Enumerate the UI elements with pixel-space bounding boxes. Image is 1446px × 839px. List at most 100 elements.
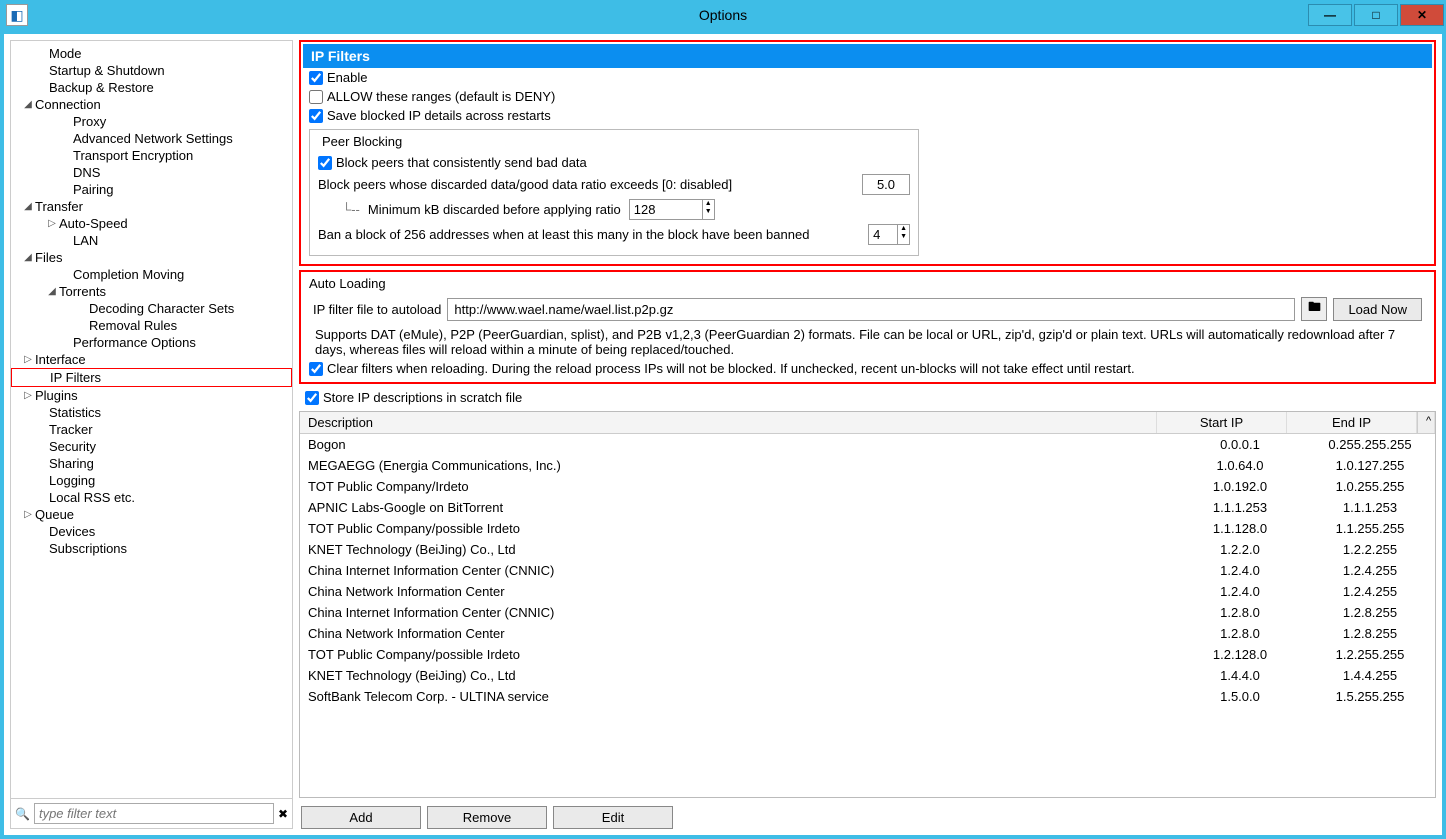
scroll-up-icon[interactable]: ^ [1417,412,1435,433]
sidebar-item-startup-shutdown[interactable]: Startup & Shutdown [11,62,292,79]
sidebar: ModeStartup & ShutdownBackup & Restore◢C… [10,40,293,829]
spin-up-icon[interactable]: ▲ [703,200,714,208]
table-row[interactable]: TOT Public Company/possible Irdeto1.2.12… [300,644,1435,665]
sidebar-item-subscriptions[interactable]: Subscriptions [11,540,292,557]
tree-arrow-icon: ▷ [21,354,35,365]
block-peers-checkbox[interactable] [318,156,332,170]
close-button[interactable]: ✕ [1400,4,1444,26]
sidebar-item-security[interactable]: Security [11,438,292,455]
cell-start-ip: 1.0.192.0 [1175,476,1305,497]
sidebar-item-lan[interactable]: LAN [11,232,292,249]
sidebar-item-files[interactable]: ◢Files [11,249,292,266]
col-description[interactable]: Description [300,412,1157,433]
table-row[interactable]: China Network Information Center1.2.8.01… [300,623,1435,644]
table-row[interactable]: MEGAEGG (Energia Communications, Inc.)1.… [300,455,1435,476]
table-row[interactable]: China Network Information Center1.2.4.01… [300,581,1435,602]
ban-block-spinner[interactable]: ▲▼ [868,224,910,245]
sidebar-item-queue[interactable]: ▷Queue [11,506,292,523]
min-kb-spinner[interactable]: ▲▼ [629,199,715,220]
table-row[interactable]: China Internet Information Center (CNNIC… [300,560,1435,581]
table-row[interactable]: TOT Public Company/Irdeto1.0.192.01.0.25… [300,476,1435,497]
sidebar-item-label: Proxy [73,114,106,129]
sidebar-item-backup-restore[interactable]: Backup & Restore [11,79,292,96]
sidebar-item-label: Connection [35,97,101,112]
sidebar-item-proxy[interactable]: Proxy [11,113,292,130]
edit-button[interactable]: Edit [553,806,673,829]
allow-ranges-label: ALLOW these ranges (default is DENY) [327,89,555,104]
col-end-ip[interactable]: End IP [1287,412,1417,433]
sidebar-item-removal-rules[interactable]: Removal Rules [11,317,292,334]
autoload-url-input[interactable] [447,298,1295,321]
sidebar-item-label: Local RSS etc. [49,490,135,505]
sidebar-item-label: Advanced Network Settings [73,131,233,146]
load-now-button[interactable]: Load Now [1333,298,1422,321]
enable-checkbox[interactable] [309,71,323,85]
cell-description: China Internet Information Center (CNNIC… [300,602,1175,623]
table-row[interactable]: Bogon0.0.0.10.255.255.255 [300,434,1435,455]
sidebar-item-interface[interactable]: ▷Interface [11,351,292,368]
sidebar-item-pairing[interactable]: Pairing [11,181,292,198]
sidebar-item-performance-options[interactable]: Performance Options [11,334,292,351]
cell-start-ip: 1.1.128.0 [1175,518,1305,539]
min-kb-input[interactable] [630,200,702,219]
browse-button[interactable]: 🖿 [1301,297,1327,321]
table-row[interactable]: APNIC Labs-Google on BitTorrent1.1.1.253… [300,497,1435,518]
cell-description: China Network Information Center [300,623,1175,644]
ratio-input[interactable] [862,174,910,195]
store-scratch-checkbox[interactable] [305,391,319,405]
sidebar-item-local-rss-etc-[interactable]: Local RSS etc. [11,489,292,506]
sidebar-item-transfer[interactable]: ◢Transfer [11,198,292,215]
sidebar-item-tracker[interactable]: Tracker [11,421,292,438]
spin-down-icon[interactable]: ▼ [703,208,714,216]
autoload-label: IP filter file to autoload [313,302,441,317]
filter-input[interactable] [34,803,274,824]
add-button[interactable]: Add [301,806,421,829]
clear-filter-icon[interactable]: ✖ [278,807,288,821]
sidebar-item-auto-speed[interactable]: ▷Auto-Speed [11,215,292,232]
save-blocked-checkbox[interactable] [309,109,323,123]
cell-description: MEGAEGG (Energia Communications, Inc.) [300,455,1175,476]
cell-start-ip: 1.2.128.0 [1175,644,1305,665]
table-row[interactable]: TOT Public Company/possible Irdeto1.1.12… [300,518,1435,539]
spin-down-icon[interactable]: ▼ [898,233,909,241]
cell-start-ip: 1.5.0.0 [1175,686,1305,707]
sidebar-item-sharing[interactable]: Sharing [11,455,292,472]
sidebar-item-label: DNS [73,165,100,180]
remove-button[interactable]: Remove [427,806,547,829]
cell-start-ip: 1.2.4.0 [1175,560,1305,581]
sidebar-item-label: Pairing [73,182,113,197]
col-start-ip[interactable]: Start IP [1157,412,1287,433]
sidebar-item-advanced-network-settings[interactable]: Advanced Network Settings [11,130,292,147]
sidebar-item-plugins[interactable]: ▷Plugins [11,387,292,404]
clear-filters-checkbox[interactable] [309,362,323,376]
sidebar-item-statistics[interactable]: Statistics [11,404,292,421]
cell-start-ip: 1.2.8.0 [1175,623,1305,644]
sidebar-item-devices[interactable]: Devices [11,523,292,540]
cell-end-ip: 1.2.8.255 [1305,623,1435,644]
table-row[interactable]: SoftBank Telecom Corp. - ULTINA service1… [300,686,1435,707]
search-icon: 🔍 [15,807,30,821]
sidebar-item-torrents[interactable]: ◢Torrents [11,283,292,300]
folder-icon: 🖿 [1308,298,1321,320]
table-row[interactable]: KNET Technology (BeiJing) Co., Ltd1.2.2.… [300,539,1435,560]
cell-description: TOT Public Company/possible Irdeto [300,644,1175,665]
nav-tree: ModeStartup & ShutdownBackup & Restore◢C… [11,41,292,798]
sidebar-item-transport-encryption[interactable]: Transport Encryption [11,147,292,164]
sidebar-item-connection[interactable]: ◢Connection [11,96,292,113]
sidebar-item-completion-moving[interactable]: Completion Moving [11,266,292,283]
cell-description: SoftBank Telecom Corp. - ULTINA service [300,686,1175,707]
sidebar-item-label: Tracker [49,422,93,437]
spin-up-icon[interactable]: ▲ [898,225,909,233]
sidebar-item-ip-filters[interactable]: IP Filters [11,368,292,387]
sidebar-item-dns[interactable]: DNS [11,164,292,181]
sidebar-item-logging[interactable]: Logging [11,472,292,489]
minimize-button[interactable]: — [1308,4,1352,26]
table-row[interactable]: China Internet Information Center (CNNIC… [300,602,1435,623]
tree-arrow-icon: ◢ [21,99,35,110]
sidebar-item-decoding-character-sets[interactable]: Decoding Character Sets [11,300,292,317]
allow-ranges-checkbox[interactable] [309,90,323,104]
ban-block-input[interactable] [869,225,897,244]
table-row[interactable]: KNET Technology (BeiJing) Co., Ltd1.4.4.… [300,665,1435,686]
maximize-button[interactable]: □ [1354,4,1398,26]
sidebar-item-mode[interactable]: Mode [11,45,292,62]
